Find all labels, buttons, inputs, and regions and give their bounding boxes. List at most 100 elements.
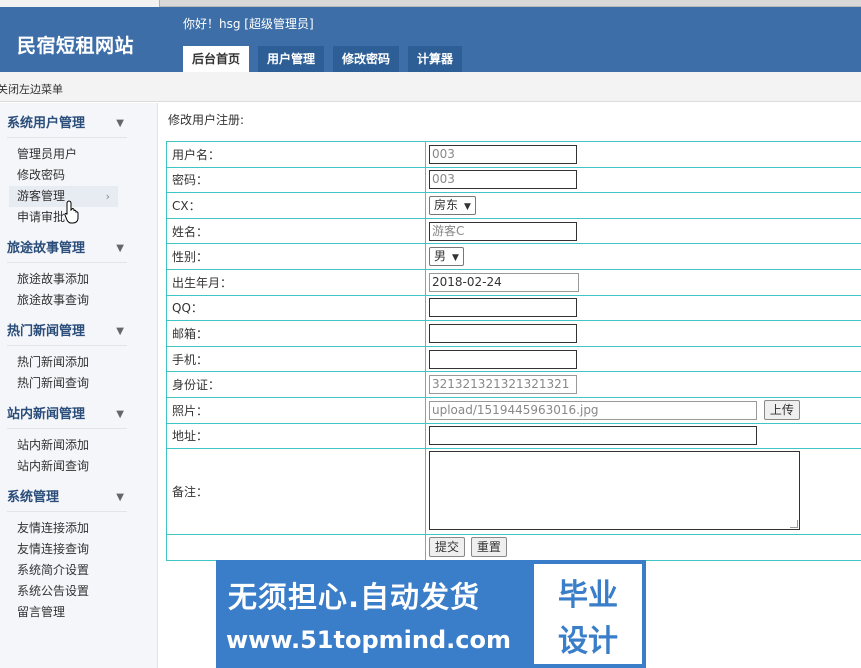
tab-change-password[interactable]: 修改密码 (333, 46, 400, 72)
form-row-password: 密码： 003 (166, 166, 861, 194)
group-title-label: 系统管理 (7, 490, 60, 505)
upload-button[interactable]: 上传 (763, 400, 800, 421)
submit-button[interactable]: 提交 (429, 537, 466, 558)
sidebar-item-story-add[interactable]: 旅途故事添加 (0, 269, 157, 290)
sub-toolbar: 关闭左边菜单 (0, 72, 861, 102)
browser-tab-strip (0, 0, 861, 7)
select-value: 房东 (434, 197, 459, 212)
sidebar-item-site-news-add[interactable]: 站内新闻添加 (0, 435, 157, 456)
caret-down-icon: ▼ (116, 409, 124, 420)
user-greeting: 你好！hsg [超级管理员] (183, 17, 314, 31)
form-row-remark: 备注： (166, 448, 861, 536)
field-label: 密码： (166, 166, 426, 194)
page-title: 修改用户注册: (168, 113, 245, 127)
reset-button[interactable]: 重置 (470, 537, 507, 558)
field-label: 手机： (166, 345, 426, 373)
field-label: QQ： (166, 294, 426, 322)
caret-down-icon: ▼ (116, 326, 124, 337)
field-label: 照片： (166, 396, 426, 424)
group-title-label: 系统用户管理 (7, 116, 86, 131)
group-title-label: 旅途故事管理 (7, 241, 86, 256)
sidebar-item-notice-settings[interactable]: 系统公告设置 (0, 581, 157, 602)
sidebar-group-travel-stories[interactable]: 旅途故事管理 ▼ (0, 238, 157, 260)
sidebar-item-change-password[interactable]: 修改密码 (0, 165, 157, 186)
field-label: 身份证： (166, 371, 426, 398)
caret-down-icon: ▼ (116, 492, 124, 503)
photo-path-input[interactable]: upload/1519445963016.jpg (429, 400, 757, 420)
sidebar-group-site-news[interactable]: 站内新闻管理 ▼ (0, 404, 157, 426)
sidebar-group-hot-news[interactable]: 热门新闻管理 ▼ (0, 321, 157, 343)
sidebar-item-admin-users[interactable]: 管理员用户 (0, 144, 157, 165)
field-label: 地址： (166, 422, 426, 450)
watermark-slogan: 无须担心.自动发货 (228, 580, 481, 614)
cx-select[interactable]: 房东 ▼ (429, 195, 476, 215)
toggle-left-menu-link[interactable]: 关闭左边菜单 (0, 81, 63, 97)
field-label: 性别： (166, 243, 426, 270)
sidebar-item-intro-settings[interactable]: 系统简介设置 (0, 560, 157, 581)
tab-dashboard[interactable]: 后台首页 (183, 46, 250, 72)
address-input[interactable] (429, 426, 757, 446)
form-row-address: 地址： (166, 422, 861, 450)
gender-select[interactable]: 男 ▼ (429, 247, 464, 267)
hand-cursor-icon (64, 200, 79, 224)
field-label: 用户名： (166, 141, 426, 168)
form-row-cx: CX： 房东 ▼ (166, 192, 861, 219)
divider (7, 345, 127, 346)
sidebar-item-story-query[interactable]: 旅途故事查询 (0, 290, 157, 311)
sidebar-item-link-query[interactable]: 友情连接查询 (0, 539, 157, 560)
field-label: 出生年月： (166, 268, 426, 296)
id-card-input[interactable]: 321321321321321321 (429, 375, 577, 395)
header: 民宿短租网站 你好！hsg [超级管理员] 后台首页 用户管理 修改密码 计算器 (0, 7, 861, 72)
form-row-idcard: 身份证： 321321321321321321 (166, 371, 861, 398)
top-nav: 后台首页 用户管理 修改密码 计算器 (183, 46, 471, 72)
qq-input[interactable] (429, 298, 577, 318)
form-row-name: 姓名： 游客C (166, 217, 861, 245)
field-label: CX： (166, 192, 426, 219)
form-row-gender: 性别： 男 ▼ (166, 243, 861, 270)
watermark-badge-top: 毕业 (558, 578, 618, 613)
empty-cell (166, 534, 426, 561)
sidebar-group-system[interactable]: 系统管理 ▼ (0, 487, 157, 509)
phone-input[interactable] (429, 349, 577, 369)
divider (7, 262, 127, 263)
form-row-qq: QQ： (166, 294, 861, 322)
divider (7, 428, 127, 429)
tab-calculator[interactable]: 计算器 (408, 46, 463, 72)
name-input[interactable]: 游客C (429, 221, 577, 241)
email-input[interactable] (429, 323, 577, 343)
sidebar-item-hot-news-add[interactable]: 热门新闻添加 (0, 352, 157, 373)
select-value: 男 (434, 249, 447, 264)
sidebar-item-hot-news-query[interactable]: 热门新闻查询 (0, 373, 157, 394)
dropdown-arrow-icon: ▼ (452, 253, 459, 264)
remark-textarea[interactable] (429, 450, 800, 530)
divider (7, 511, 127, 512)
sidebar-item-label: 游客管理 (17, 189, 66, 203)
form-row-birth: 出生年月： 2018-02-24 (166, 268, 861, 296)
watermark-text-block: 无须担心.自动发货 www.51topmind.com (216, 560, 532, 668)
watermark-badge: 毕业 设计 (534, 564, 642, 664)
user-edit-form: 用户名： 003 密码： 003 CX： 房东 ▼ 姓名： 游客C 性别： 男 ▼ … (166, 141, 861, 561)
field-label: 姓名： (166, 217, 426, 245)
dropdown-arrow-icon: ▼ (464, 201, 471, 212)
form-row-photo: 照片： upload/1519445963016.jpg 上传 (166, 396, 861, 424)
sidebar: 系统用户管理 ▼ 管理员用户 修改密码 游客管理 › 申请审批 旅途故事管理 ▼… (0, 103, 158, 668)
form-row-username: 用户名： 003 (166, 141, 861, 168)
username-input[interactable]: 003 (429, 144, 577, 164)
password-input[interactable]: 003 (429, 170, 577, 190)
field-label: 邮箱： (166, 320, 426, 347)
site-logo: 民宿短租网站 (17, 35, 135, 57)
watermark-banner: 无须担心.自动发货 www.51topmind.com 毕业 设计 (216, 560, 646, 668)
divider (7, 137, 127, 138)
sidebar-item-link-add[interactable]: 友情连接添加 (0, 518, 157, 539)
birth-date-input[interactable]: 2018-02-24 (429, 272, 579, 292)
chevron-right-icon: › (105, 190, 110, 203)
tab-user-management[interactable]: 用户管理 (258, 46, 325, 72)
sidebar-group-system-users[interactable]: 系统用户管理 ▼ (0, 113, 157, 135)
group-title-label: 热门新闻管理 (7, 324, 86, 339)
watermark-url: www.51topmind.com (226, 626, 511, 654)
browser-tab[interactable] (0, 0, 160, 7)
form-row-actions: 提交 重置 (166, 534, 861, 561)
sidebar-item-site-news-query[interactable]: 站内新闻查询 (0, 456, 157, 477)
sidebar-item-message-management[interactable]: 留言管理 (0, 602, 157, 623)
watermark-badge-bottom: 设计 (558, 624, 618, 659)
